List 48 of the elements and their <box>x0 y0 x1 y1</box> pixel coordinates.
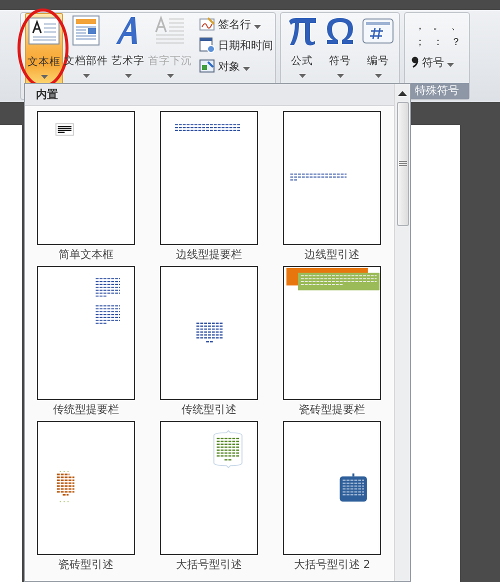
ribbon-button[interactable]: 编号 <box>359 13 397 85</box>
gallery-item[interactable]: 瓷砖型引述 <box>37 421 135 574</box>
symbol-button[interactable]: ； <box>411 35 429 49</box>
gallery-item[interactable]: 传统型引述 <box>160 266 258 419</box>
gallery-item[interactable]: 大括号型引述 <box>160 421 258 574</box>
grip-icon <box>398 161 406 167</box>
symbol-button[interactable]: ， <box>411 19 429 33</box>
drop-cap-icon <box>154 15 186 46</box>
ribbon-button[interactable]: 签名行 <box>199 15 273 33</box>
gallery-item[interactable]: 边线型引述 <box>283 111 381 264</box>
ribbon-button[interactable]: 公式 <box>283 13 321 85</box>
pi-icon <box>286 15 318 46</box>
calendar-clock-icon <box>199 37 215 53</box>
caret-icon <box>374 74 382 78</box>
symbol-button[interactable]: 、 <box>447 19 465 33</box>
ribbon-button[interactable]: 日期和时间 <box>199 36 273 54</box>
ribbon-button[interactable]: 文本框 <box>25 13 63 85</box>
symbol-button[interactable]: 。 <box>429 19 447 33</box>
ribbon-button[interactable]: 对象 <box>199 57 273 75</box>
gallery-item[interactable]: 大括号型引述 2 <box>283 421 381 574</box>
ribbon-button[interactable]: 艺术字 <box>109 13 147 85</box>
caret-icon <box>254 25 261 29</box>
document-parts-icon <box>70 15 102 46</box>
caret-icon <box>447 63 454 67</box>
gallery-item[interactable]: 瓷砖型提要栏 <box>283 266 381 419</box>
signature-icon <box>199 16 215 32</box>
caret-icon <box>124 74 132 78</box>
scrollbar[interactable] <box>394 84 410 581</box>
symbol-button[interactable]: ： <box>429 35 447 49</box>
omega-icon <box>324 15 356 46</box>
scroll-thumb[interactable] <box>396 102 408 226</box>
caret-icon <box>82 74 90 78</box>
gallery-item[interactable]: 传统型提要栏 <box>37 266 135 419</box>
menu-header: 内置 <box>25 84 394 106</box>
gallery-item[interactable]: 边线型提要栏 <box>160 111 258 264</box>
gallery-item[interactable]: 简单文本框 <box>37 111 135 264</box>
symbol-button[interactable]: ？ <box>447 35 465 49</box>
caret-icon <box>243 67 250 71</box>
object-icon <box>199 58 215 74</box>
caret-icon <box>336 74 344 78</box>
caret-icon <box>166 74 174 78</box>
ribbon-button[interactable]: 符号 <box>321 13 359 85</box>
comma-icon <box>411 56 419 68</box>
scroll-up-icon <box>398 91 407 96</box>
symbol-menu-button[interactable]: 符号 <box>411 53 465 71</box>
caret-icon <box>298 74 306 78</box>
caret-icon <box>40 75 48 79</box>
text-box-icon <box>28 16 60 47</box>
